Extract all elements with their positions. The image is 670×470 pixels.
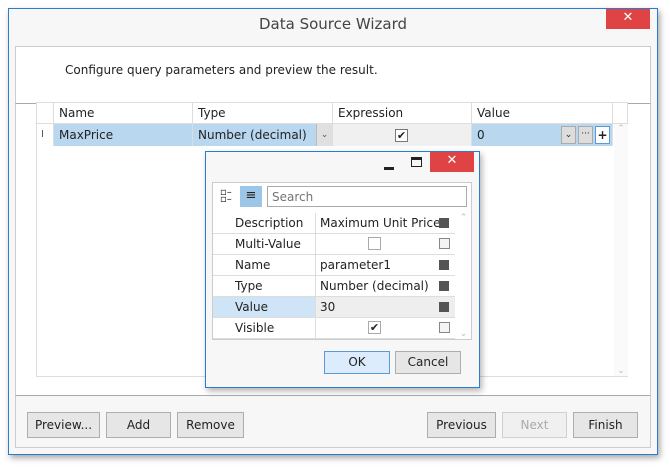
header-panel: Configure query parameters and preview t… [15,46,651,104]
property-scrollbar[interactable]: ⌃ ⌄ [456,213,471,339]
property-row[interactable]: Description Maximum Unit Price [213,213,455,234]
minimize-icon[interactable] [384,167,394,170]
chevron-down-icon[interactable]: ⌄ [316,124,332,146]
cell-expression[interactable]: ✔ [333,124,472,146]
dropdown-button[interactable]: ⌄ [561,126,576,144]
property-grid: ▫–▫– ≡ DescriptionMaximum Unit Price Mul… [212,182,472,340]
search-input[interactable] [267,186,467,207]
property-marker-icon[interactable] [439,302,449,312]
cell-type[interactable]: Number (decimal) ⌄ [193,124,333,146]
property-row-selected[interactable]: Value 30 [213,297,455,318]
expression-checkbox[interactable]: ✔ [395,129,408,142]
close-icon: ✕ [622,10,634,25]
alphabetical-view-icon[interactable]: ≡ [240,186,262,207]
categorized-view-icon[interactable]: ▫– ▫– [220,188,234,205]
property-marker-icon[interactable] [439,260,449,270]
cancel-button[interactable]: Cancel [395,351,461,374]
cell-type-value: Number (decimal) [198,128,307,142]
visible-checkbox[interactable]: ✔ [368,321,381,334]
maximize-icon[interactable] [411,157,422,167]
preview-button[interactable]: Preview... [27,412,100,438]
property-marker-icon[interactable] [439,322,450,333]
popup-close-button[interactable]: ✕ [430,152,474,172]
column-header-name[interactable]: Name [54,103,193,124]
remove-button[interactable]: Remove [177,412,244,438]
plus-button[interactable]: + [595,126,610,144]
row-indicator-icon: I [37,124,54,146]
property-row[interactable]: Visible ✔ [213,318,455,339]
multi-value-checkbox[interactable] [368,237,381,250]
close-button[interactable]: ✕ [606,9,650,29]
ellipsis-button[interactable]: ··· [578,126,593,144]
cell-name[interactable]: MaxPrice [54,124,193,146]
previous-button[interactable]: Previous [427,412,496,438]
grid-scrollbar[interactable]: ⌃ ⌄ [614,124,628,376]
parameter-editor-dialog: ✕ ▫–▫– ≡ DescriptionMaximum Unit Price M… [205,151,480,388]
cell-value[interactable]: 0 ⌄ ··· + [472,124,613,146]
property-row[interactable]: Name parameter1 [213,255,455,276]
add-button[interactable]: Add [106,412,171,438]
property-marker-icon[interactable] [439,281,449,291]
property-marker-icon[interactable] [439,218,449,228]
column-header-expression[interactable]: Expression [333,103,472,124]
property-row[interactable]: Type Number (decimal) [213,276,455,297]
cell-value-text: 0 [477,128,485,142]
finish-button[interactable]: Finish [573,412,638,438]
close-icon: ✕ [446,153,458,168]
ok-button[interactable]: OK [324,351,390,374]
column-header-type[interactable]: Type [193,103,333,124]
property-row[interactable]: Multi-Value [213,234,455,255]
window-title: Data Source Wizard [258,15,408,33]
header-text: Configure query parameters and preview t… [65,63,378,77]
next-button[interactable]: Next [502,412,567,438]
property-marker-icon[interactable] [439,238,450,249]
column-header-value[interactable]: Value [472,103,613,124]
